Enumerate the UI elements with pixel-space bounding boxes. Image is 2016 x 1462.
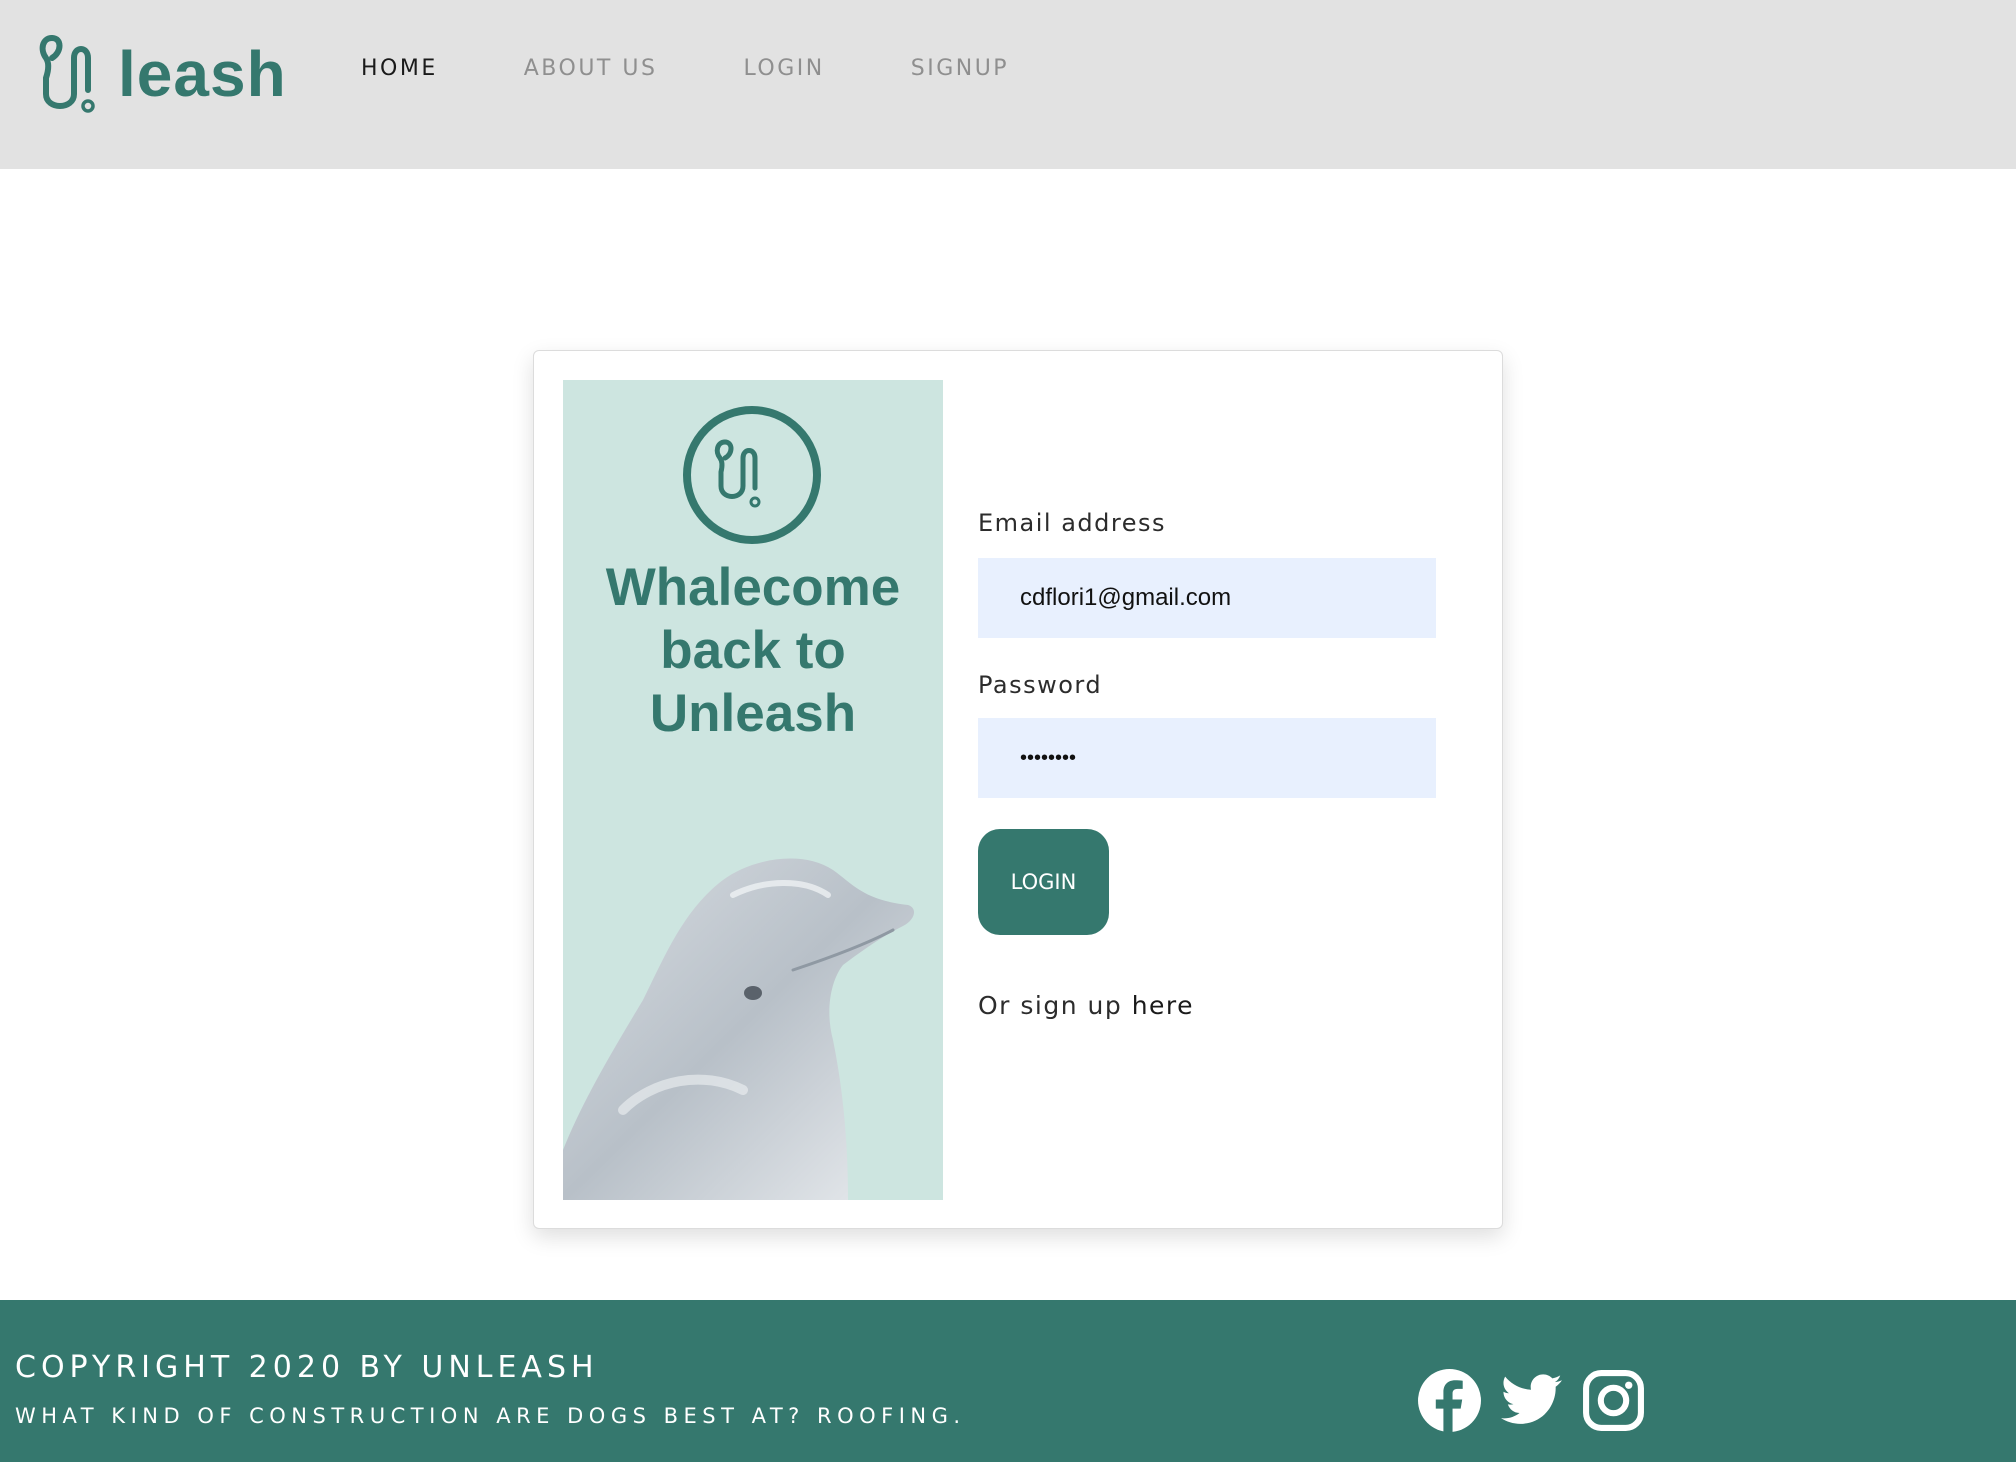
email-field[interactable] [978,558,1436,638]
password-field[interactable] [978,718,1436,798]
login-card: Whalecome back to Unleash Email address … [533,350,1503,1229]
signup-link[interactable]: here [1132,991,1194,1020]
beluga-whale-image [563,858,915,1200]
site-header: leash HOME ABOUT US LOGIN SIGNUP [0,0,2016,169]
site-footer: COPYRIGHT 2020 BY UNLEASH WHAT KIND OF C… [0,1300,2016,1462]
nav-home[interactable]: HOME [361,56,438,81]
nav-about-us[interactable]: ABOUT US [524,56,658,81]
nav-signup[interactable]: SIGNUP [911,56,1009,81]
password-label: Password [978,671,1103,699]
welcome-title-line-1: Whalecome [605,558,901,617]
signup-prefix: Or sign up [978,991,1132,1020]
social-links [1417,1368,1646,1433]
unleash-logo[interactable]: leash [34,28,287,116]
facebook-icon[interactable] [1417,1368,1482,1433]
nav-login[interactable]: LOGIN [743,56,824,81]
login-button[interactable]: LOGIN [978,829,1109,935]
main-nav: HOME ABOUT US LOGIN SIGNUP [361,56,1095,81]
leash-logo-icon [39,35,95,113]
instagram-icon[interactable] [1581,1368,1646,1433]
footer-tagline: WHAT KIND OF CONSTRUCTION ARE DOGS BEST … [15,1404,966,1428]
logo-text: leash [118,38,287,110]
welcome-title-line-3: Unleash [649,684,857,743]
welcome-panel: Whalecome back to Unleash [563,380,943,1200]
welcome-title-line-2: back to [660,621,846,680]
twitter-icon[interactable] [1499,1368,1564,1433]
copyright-text: COPYRIGHT 2020 BY UNLEASH [15,1350,599,1385]
email-label: Email address [978,509,1167,537]
leash-circle-logo-icon [683,406,821,544]
welcome-title: Whalecome back to Unleash [563,556,943,745]
signup-prompt: Or sign up here [978,991,1194,1020]
